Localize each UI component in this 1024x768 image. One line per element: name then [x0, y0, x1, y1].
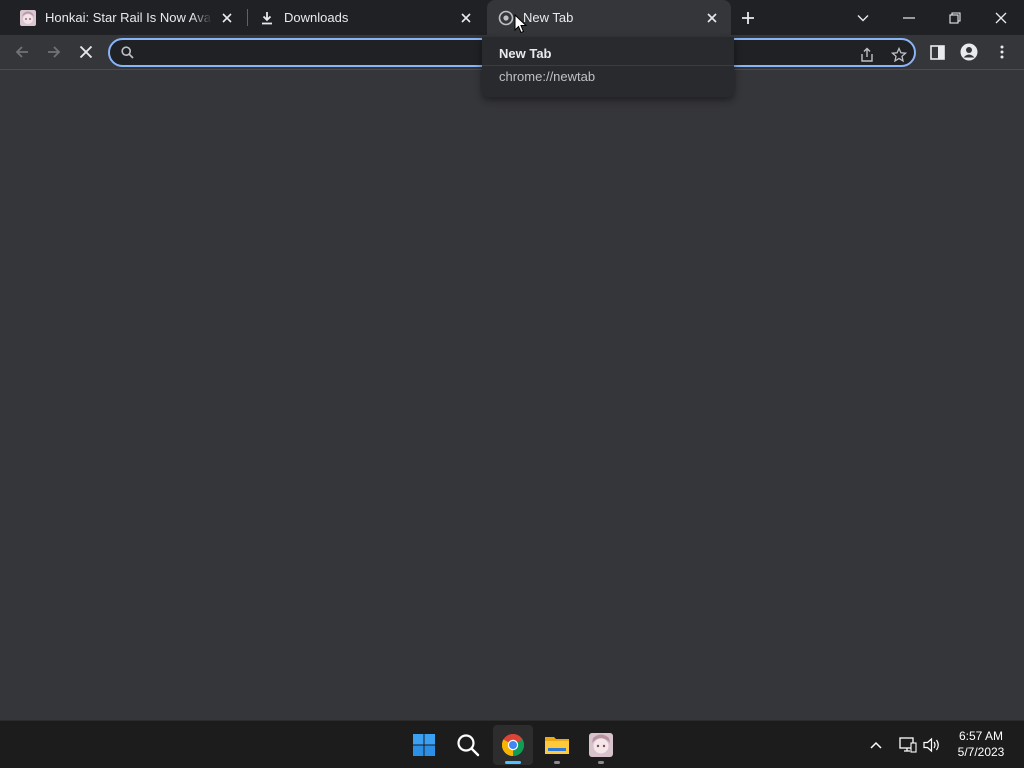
star-icon [891, 47, 907, 63]
bookmark-button[interactable] [888, 44, 910, 66]
close-window-button[interactable] [978, 0, 1024, 35]
back-button[interactable] [7, 37, 37, 67]
search-icon [457, 734, 480, 757]
tab-honkai[interactable]: Honkai: Star Rail Is Now Available [2, 0, 246, 35]
show-hidden-icons-button[interactable] [864, 733, 888, 757]
close-icon [707, 12, 717, 23]
mouse-cursor-icon [514, 14, 528, 34]
hover-card-url: chrome://newtab [499, 69, 596, 84]
active-app-indicator [505, 761, 521, 764]
restore-button[interactable] [932, 0, 978, 35]
hover-card-divider [482, 65, 734, 66]
close-icon [222, 12, 232, 23]
plus-icon [742, 11, 754, 24]
clock-date: 5/7/2023 [957, 745, 1005, 759]
new-tab-button[interactable] [736, 0, 760, 35]
minimize-icon [903, 16, 915, 19]
arrow-left-icon [15, 46, 28, 58]
folder-icon [545, 737, 569, 754]
anime-avatar-icon [589, 733, 613, 757]
chrome-icon [502, 734, 524, 756]
chrome-newtab-icon [498, 10, 514, 26]
running-app-indicator [554, 761, 560, 764]
restore-icon [949, 11, 961, 24]
profile-button[interactable] [954, 37, 984, 67]
tab-close-button[interactable] [218, 9, 236, 27]
profile-icon [960, 43, 978, 61]
chevron-up-icon [870, 741, 882, 749]
search-icon [119, 45, 135, 61]
start-button[interactable] [404, 725, 444, 765]
menu-button[interactable] [987, 37, 1017, 67]
tab-close-button[interactable] [457, 9, 475, 27]
anime-avatar-icon [20, 9, 36, 26]
network-button[interactable] [896, 733, 920, 757]
taskbar-chrome[interactable] [493, 725, 533, 765]
tab-strip: Honkai: Star Rail Is Now Available Downl… [0, 0, 1024, 35]
share-icon [861, 47, 873, 62]
hover-card-title: New Tab [499, 46, 552, 61]
page-content [0, 71, 1024, 720]
clock-time: 6:57 AM [958, 729, 1004, 743]
taskbar: 6:57 AM 5/7/2023 [0, 720, 1024, 768]
taskbar-search-button[interactable] [448, 725, 488, 765]
share-button[interactable] [856, 44, 878, 66]
running-app-indicator [598, 761, 604, 764]
tab-title: Downloads [284, 10, 349, 25]
tab-title: Honkai: Star Rail Is Now Available [45, 10, 212, 25]
network-icon [899, 737, 917, 753]
download-icon [259, 10, 275, 26]
taskbar-file-explorer[interactable] [537, 725, 577, 765]
taskbar-clock[interactable]: 6:57 AM 5/7/2023 [948, 728, 1014, 760]
tab-title: New Tab [523, 10, 574, 25]
taskbar-game-app[interactable] [581, 725, 621, 765]
tab-search-button[interactable] [850, 0, 876, 35]
minimize-button[interactable] [886, 0, 932, 35]
side-panel-button[interactable] [922, 37, 952, 67]
tab-downloads[interactable]: Downloads [241, 0, 485, 35]
windows-start-icon [413, 734, 435, 756]
close-icon [79, 45, 93, 59]
kebab-menu-icon [1000, 45, 1004, 59]
volume-button[interactable] [920, 733, 944, 757]
forward-button[interactable] [39, 37, 69, 67]
speaker-icon [923, 737, 939, 753]
arrow-right-icon [48, 46, 61, 58]
tab-close-button[interactable] [703, 9, 721, 27]
chevron-down-icon [857, 14, 869, 21]
close-icon [461, 12, 471, 23]
stop-button[interactable] [71, 37, 101, 67]
close-icon [995, 12, 1007, 23]
tab-hover-card: New Tab chrome://newtab [482, 37, 734, 97]
side-panel-icon [929, 44, 945, 60]
